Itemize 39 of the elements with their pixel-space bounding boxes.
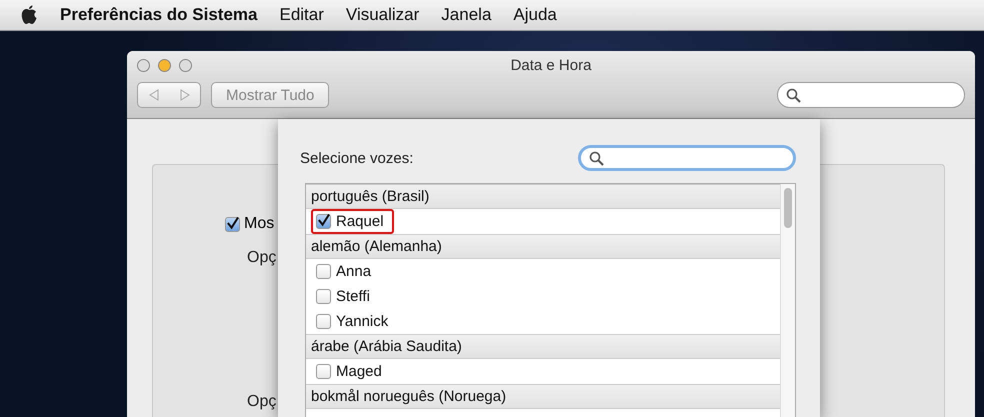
select-voices-label: Selecione vozes:	[300, 150, 414, 166]
checkbox[interactable]	[316, 364, 331, 379]
menu-item[interactable]: Ajuda	[513, 5, 557, 25]
back-icon[interactable]	[148, 89, 158, 101]
apple-logo-icon[interactable]	[20, 5, 38, 25]
app-menu[interactable]: Preferências do Sistema	[60, 5, 258, 25]
menu-item[interactable]: Editar	[279, 5, 324, 25]
scrollbar[interactable]	[780, 184, 795, 417]
language-group-header: alemão (Alemanha)	[306, 234, 780, 259]
checkbox[interactable]	[316, 289, 331, 304]
window-title: Data e Hora	[510, 56, 592, 74]
menu-item[interactable]: Visualizar	[346, 5, 420, 25]
zoom-button[interactable]	[179, 58, 192, 72]
forward-icon[interactable]	[180, 89, 190, 101]
checkbox[interactable]	[316, 314, 331, 329]
search-icon	[589, 150, 604, 166]
back-forward-control[interactable]	[137, 82, 201, 108]
options-label: Opç	[247, 393, 276, 411]
voice-item[interactable]: Anna	[311, 259, 382, 284]
checkmark-icon	[317, 213, 330, 227]
checkbox[interactable]	[316, 264, 331, 279]
checkbox[interactable]	[225, 216, 240, 232]
scroll-thumb[interactable]	[784, 188, 792, 228]
menu-item[interactable]: Janela	[441, 5, 492, 25]
language-group-header: árabe (Arábia Saudita)	[306, 334, 780, 359]
voice-item[interactable]: Yannick	[311, 309, 398, 334]
checkbox[interactable]	[316, 214, 331, 229]
options-label: Opç	[247, 249, 276, 267]
voice-item[interactable]: Steffi	[311, 284, 380, 309]
search-field[interactable]	[777, 82, 965, 108]
language-group-header: bokmål norueguês (Noruega)	[306, 384, 780, 409]
search-icon	[786, 88, 801, 102]
voice-item[interactable]: Maged	[311, 359, 392, 384]
language-group-header: português (Brasil)	[306, 184, 780, 209]
checkmark-icon	[226, 216, 239, 230]
minimize-button[interactable]	[158, 58, 171, 72]
close-button[interactable]	[137, 58, 150, 72]
checkbox-label: Mos	[244, 215, 274, 233]
voice-search-field[interactable]	[578, 145, 796, 171]
